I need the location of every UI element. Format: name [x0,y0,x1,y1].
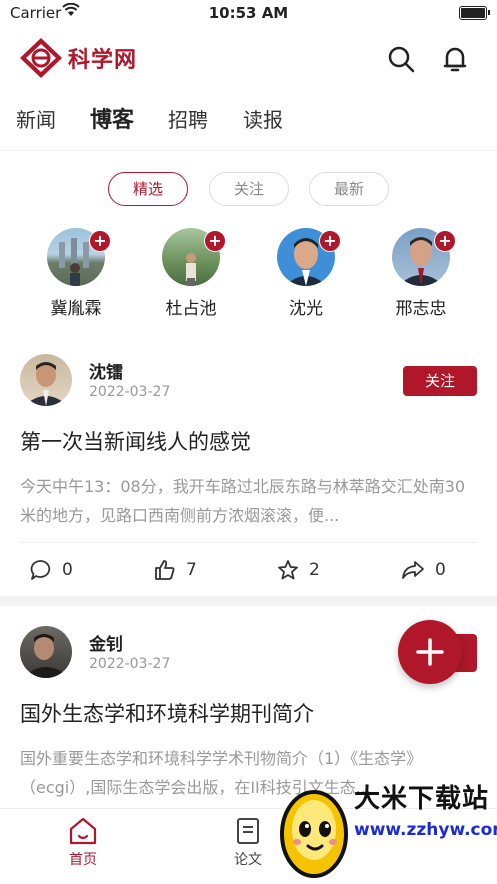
favorite-action[interactable]: 2 [277,555,320,585]
comment-action[interactable]: 0 [30,555,73,585]
thumbs-up-icon [155,560,175,580]
follow-plus-icon[interactable]: + [89,230,111,252]
post-excerpt[interactable]: 今天中午13：08分，我开车路过北辰东路与林萃路交汇处南30米的地方，见路口西南… [20,472,478,530]
chip-latest[interactable]: 最新 [309,172,389,206]
blogger-card[interactable]: + 沈光 [256,228,356,319]
tab-home[interactable]: 首页 [43,817,123,869]
author-name[interactable]: 金钊 [89,630,123,655]
plus-icon [416,638,444,666]
status-bar: Carrier 10:53 AM [0,0,497,26]
card-separator [0,596,497,606]
blogger-name: 邢志忠 [395,299,447,319]
tab-papers-label: 论文 [234,852,262,868]
tab-blog[interactable]: 博客 [90,102,134,134]
comment-count: 0 [62,560,73,580]
watermark-text: 大米下载站 [354,784,490,814]
post-date: 2022-03-27 [89,656,171,672]
blogger-name: 冀胤霖 [50,299,102,319]
follow-plus-icon[interactable]: + [434,230,456,252]
author-name[interactable]: 沈镭 [89,358,123,383]
like-action[interactable]: 7 [154,555,197,585]
section-spacer [0,334,497,335]
battery-icon [459,6,490,20]
avatar[interactable] [20,354,72,406]
chip-following[interactable]: 关注 [209,172,289,206]
clock: 10:53 AM [208,4,289,22]
avatar[interactable] [20,626,72,678]
follow-button[interactable]: 关注 [403,366,477,396]
share-action[interactable]: 0 [401,555,446,585]
post-date: 2022-03-27 [89,384,171,400]
post-divider [20,542,478,543]
section-tabs: 新闻 博客 招聘 读报 [0,96,497,144]
tab-newspaper[interactable]: 读报 [243,104,283,133]
star-icon [278,560,298,580]
filter-chips: 精选 关注 最新 [0,172,497,208]
watermark-url: www.zzhyw.com [354,820,497,840]
follow-plus-icon[interactable]: + [319,230,341,252]
follow-plus-icon[interactable]: + [204,230,226,252]
tab-jobs[interactable]: 招聘 [168,104,208,133]
like-count: 7 [186,560,197,580]
favorite-count: 2 [309,560,320,580]
logo-emblem-icon [20,38,62,78]
blogger-card[interactable]: + 冀胤霖 [26,228,126,319]
tab-home-label: 首页 [69,852,97,868]
search-icon[interactable] [386,44,416,74]
post-actions: 0 7 2 0 [0,555,497,585]
recommended-bloggers: + 冀胤霖 + 杜占池 + 沈光 + 邢志忠 [0,228,497,328]
compose-fab[interactable] [398,620,462,684]
bell-icon[interactable] [440,44,470,74]
home-icon [69,817,97,845]
blogger-card[interactable]: + 杜占池 [141,228,241,319]
blog-post-card[interactable]: 沈镭 2022-03-27 关注 第一次当新闻线人的感觉 今天中午13：08分，… [0,354,497,590]
blogger-name: 沈光 [289,299,323,319]
tab-news[interactable]: 新闻 [16,104,56,133]
chip-featured[interactable]: 精选 [108,172,188,206]
blogger-name: 杜占池 [165,299,217,319]
logo-text: 科学网 [68,48,138,73]
app-header: 科学网 [0,30,497,86]
post-title[interactable]: 第一次当新闻线人的感觉 [20,426,251,456]
nav-divider [0,150,497,151]
app-logo[interactable]: 科学网 [18,36,137,80]
post-title[interactable]: 国外生态学和环境科学期刊简介 [20,698,314,728]
watermark-mascot-logo [280,790,348,878]
blogger-card[interactable]: + 邢志忠 [371,228,471,319]
site-watermark: 大米下载站 www.zzhyw.com [270,774,497,883]
document-icon [237,818,259,844]
comment-icon [30,560,51,580]
share-count: 0 [435,560,446,580]
share-icon [402,561,424,579]
